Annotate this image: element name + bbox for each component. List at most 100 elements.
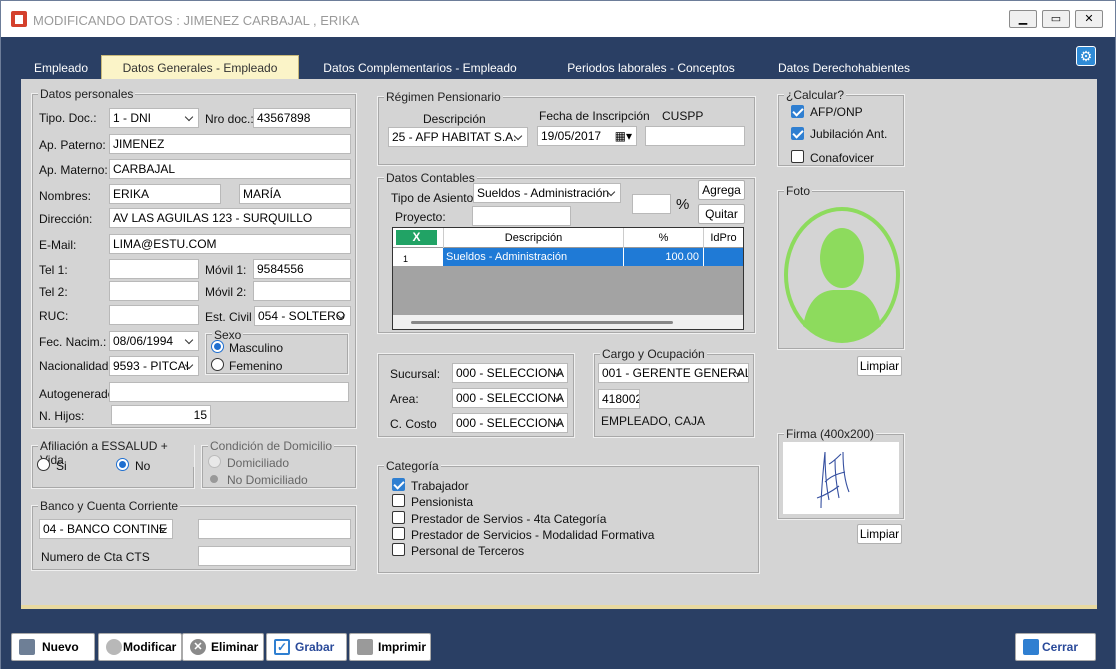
firma-limpiar-button[interactable]: Limpiar	[857, 524, 902, 544]
nombre2-input[interactable]: MARÍA	[239, 184, 351, 204]
tab-empleado[interactable]: Empleado	[21, 57, 101, 79]
cts-input[interactable]	[198, 546, 351, 566]
cat-formativa-checkbox[interactable]	[392, 527, 405, 540]
cat-terceros-checkbox[interactable]	[392, 543, 405, 556]
foto-limpiar-button[interactable]: Limpiar	[857, 356, 902, 376]
grid-header-idpro[interactable]: IdPro	[703, 228, 743, 248]
grid-header-descripcion[interactable]: Descripción	[443, 228, 623, 248]
calendar-icon[interactable]: ▦▾	[615, 127, 632, 145]
domiciliado-radio[interactable]	[208, 455, 221, 468]
modificar-button[interactable]: Modificar	[98, 633, 182, 661]
tab-datos-generales[interactable]: Datos Generales - Empleado	[101, 55, 299, 79]
tab-derechohabientes[interactable]: Datos Derechohabientes	[769, 57, 919, 79]
porcentaje-input[interactable]	[632, 194, 671, 214]
ruc-label: RUC:	[39, 309, 69, 323]
tab-datos-complementarios[interactable]: Datos Complementarios - Empleado	[313, 57, 527, 79]
cat-trabajador-checkbox[interactable]	[392, 478, 405, 491]
autogenerado-label: Autogenerado:	[39, 387, 118, 401]
costo-select[interactable]: 000 - SELECCIONA	[452, 413, 568, 433]
quitar-button[interactable]: Quitar	[698, 204, 745, 224]
signature-icon	[816, 451, 850, 509]
grid-header-x[interactable]: X	[396, 230, 437, 245]
grabar-button[interactable]: ✓ Grabar	[266, 633, 347, 661]
cat-pensionista-checkbox[interactable]	[392, 494, 405, 507]
sexo-masculino-label: Masculino	[229, 341, 284, 355]
domiciliado-label: Domiciliado	[227, 456, 290, 470]
tel2-label: Tel 2:	[39, 285, 68, 299]
modificar-label: Modificar	[123, 640, 177, 654]
tipo-doc-select[interactable]: 1 - DNI	[109, 108, 199, 128]
cat-pensionista-label: Pensionista	[411, 495, 474, 509]
hijos-input[interactable]: 15	[111, 405, 211, 425]
grid-header-porcentaje[interactable]: %	[623, 228, 703, 248]
cuspp-input[interactable]	[645, 126, 745, 146]
cargo-select[interactable]: 001 - GERENTE GENERAL	[598, 363, 749, 383]
eliminar-button[interactable]: ✕ Eliminar	[182, 633, 264, 661]
fec-nacim-select[interactable]: 08/06/1994	[109, 331, 199, 351]
cat-trabajador-label: Trabajador	[411, 479, 469, 493]
movil2-label: Móvil 2:	[205, 285, 247, 299]
nro-doc-input[interactable]: 43567898	[253, 108, 351, 128]
tipo-asiento-select[interactable]: Sueldos - Administración	[473, 183, 621, 203]
percent-sign: %	[676, 196, 690, 213]
direccion-input[interactable]: AV LAS AGUILAS 123 - SURQUILLO	[109, 208, 351, 228]
sucursal-select[interactable]: 000 - SELECCIONA	[452, 363, 568, 383]
nacionalidad-select[interactable]: 9593 - PITCAI	[109, 356, 199, 376]
no-domiciliado-radio[interactable]	[210, 475, 218, 483]
afp-onp-checkbox[interactable]	[791, 105, 804, 118]
title-bar: MODIFICANDO DATOS : JIMENEZ CARBAJAL , E…	[1, 1, 1115, 37]
agrega-button[interactable]: Agrega	[698, 180, 745, 200]
save-check-icon: ✓	[274, 639, 290, 655]
imprimir-button[interactable]: Imprimir	[349, 633, 431, 661]
nombres-label: Nombres:	[39, 189, 92, 203]
maximize-button[interactable]: ▭	[1042, 10, 1070, 28]
ap-materno-input[interactable]: CARBAJAL	[109, 159, 351, 179]
afp-select[interactable]: 25 - AFP HABITAT S.A.	[388, 127, 528, 147]
tel1-input[interactable]	[109, 259, 199, 279]
nacionalidad-label: Nacionalidad:	[39, 359, 112, 373]
banco-select[interactable]: 04 - BANCO CONTINE	[39, 519, 173, 539]
calcular-legend: ¿Calcular?	[784, 88, 847, 102]
firma-legend: Firma (400x200)	[784, 427, 877, 441]
close-window-button[interactable]: ✕	[1075, 10, 1103, 28]
sexo-masculino-radio[interactable]	[211, 340, 224, 353]
est-civil-select[interactable]: 054 - SOLTERO	[254, 306, 351, 326]
autogenerado-input[interactable]	[109, 382, 349, 402]
ap-paterno-input[interactable]: JIMENEZ	[109, 134, 351, 154]
est-civil-label: Est. Civil	[205, 310, 252, 324]
cuenta-input[interactable]	[198, 519, 351, 539]
essalud-no-label: No	[135, 459, 151, 473]
sexo-femenino-radio[interactable]	[211, 358, 224, 371]
grid-hscrollbar[interactable]	[393, 315, 743, 329]
minimize-button[interactable]: ▁	[1009, 10, 1037, 28]
table-row[interactable]: 1 Sueldos - Administración 100.00	[393, 248, 743, 266]
conafovicer-checkbox[interactable]	[791, 150, 804, 163]
ruc-input[interactable]	[109, 305, 199, 325]
asientos-grid[interactable]: X Descripción % IdPro 1 Sueldos - Admini…	[392, 227, 744, 330]
movil1-input[interactable]: 9584556	[253, 259, 351, 279]
cerrar-button[interactable]: Cerrar	[1015, 633, 1096, 661]
imprimir-label: Imprimir	[378, 640, 427, 654]
edit-icon	[106, 639, 122, 655]
email-input[interactable]: LIMA@ESTU.COM	[109, 234, 351, 254]
print-icon	[357, 639, 373, 655]
nuevo-button[interactable]: Nuevo	[11, 633, 95, 661]
proyecto-input[interactable]	[472, 206, 571, 226]
tipo-asiento-label: Tipo de Asiento:	[391, 191, 477, 205]
essalud-si-radio[interactable]	[37, 458, 50, 471]
scroll-thumb[interactable]	[411, 321, 673, 324]
cargo-code-input[interactable]: 418002	[598, 389, 640, 409]
categoria-legend: Categoría	[384, 459, 441, 473]
movil2-input[interactable]	[253, 281, 351, 301]
nombre1-input[interactable]: ERIKA	[109, 184, 221, 204]
cat-4ta-checkbox[interactable]	[392, 511, 405, 524]
afp-onp-label: AFP/ONP	[810, 105, 863, 119]
tel2-input[interactable]	[109, 281, 199, 301]
essalud-no-radio[interactable]	[116, 458, 129, 471]
tab-periodos-laborales[interactable]: Periodos laborales - Conceptos	[551, 57, 751, 79]
jubilacion-checkbox[interactable]	[791, 127, 804, 140]
ap-materno-label: Ap. Materno:	[39, 163, 108, 177]
fecha-insc-picker[interactable]: 19/05/2017 ▦▾	[537, 126, 637, 146]
area-select[interactable]: 000 - SELECCIONA	[452, 388, 568, 408]
foto-legend: Foto	[784, 184, 813, 198]
